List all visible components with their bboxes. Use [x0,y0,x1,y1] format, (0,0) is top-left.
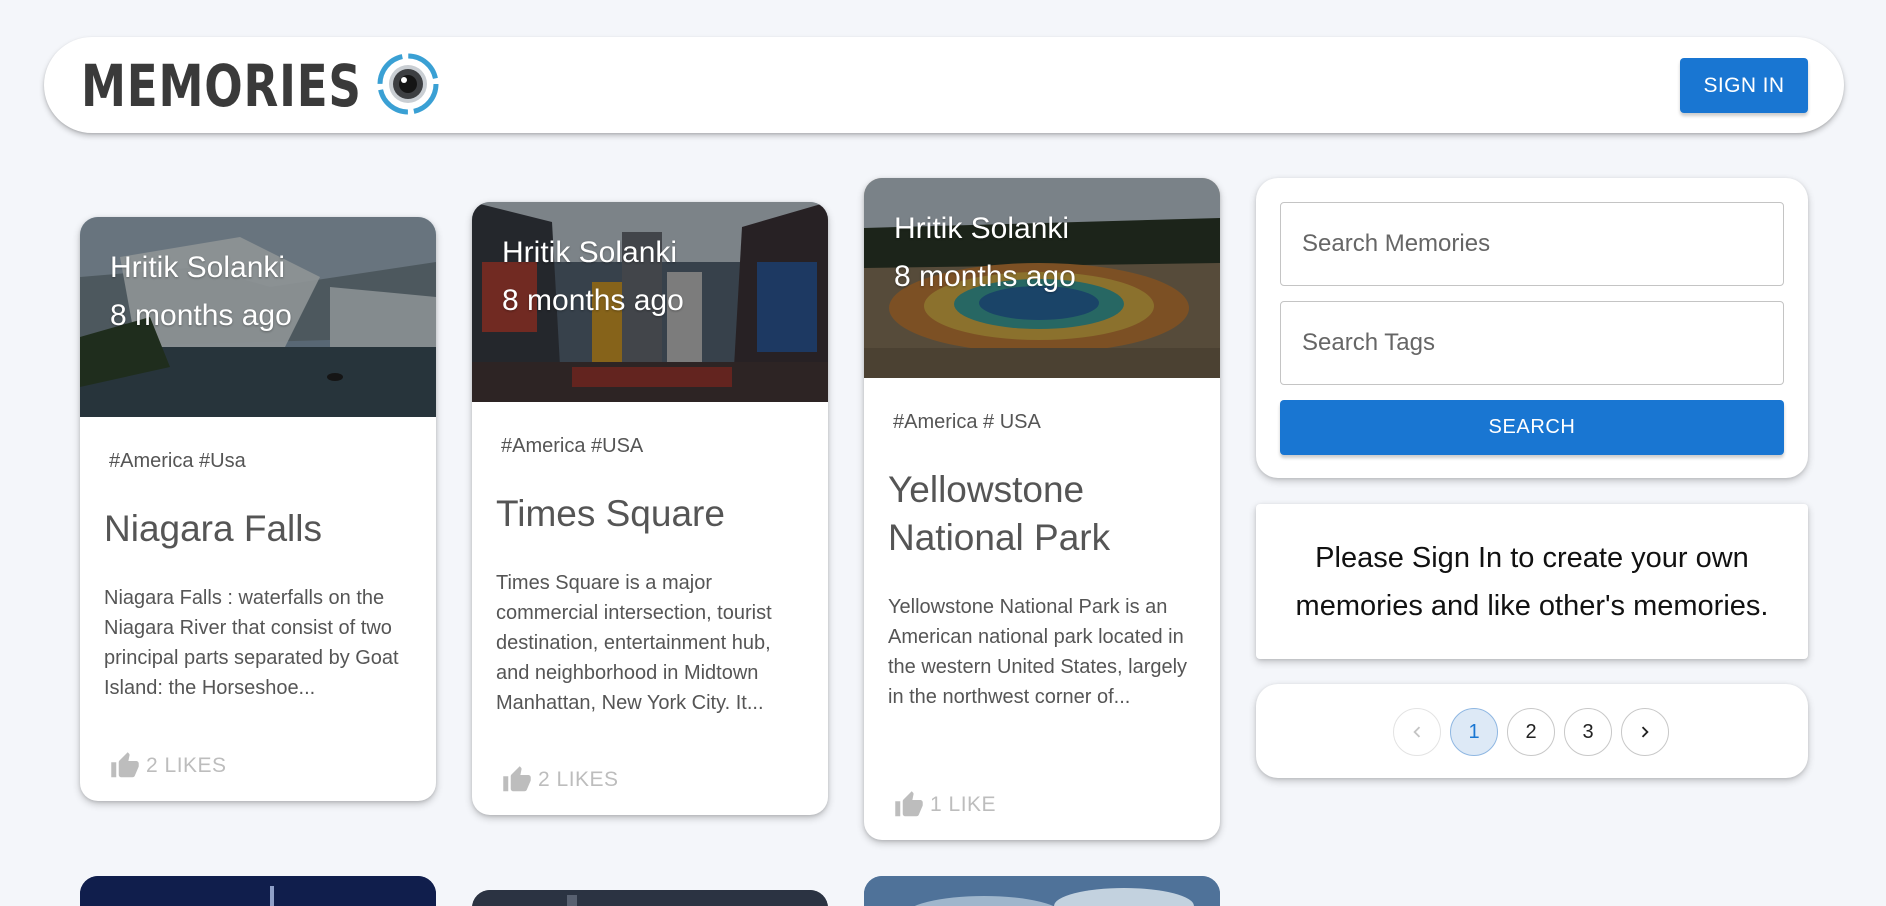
card-image [864,876,1220,906]
memory-card[interactable]: Hritik Solanki 8 months ago #America #US… [472,202,828,815]
pagination-panel: 1 2 3 [1256,684,1808,778]
next-page-button[interactable] [1621,708,1669,756]
search-button[interactable]: SEARCH [1280,400,1784,455]
prev-page-button[interactable] [1393,708,1441,756]
search-panel: SEARCH [1256,178,1808,478]
search-memories-input[interactable] [1280,202,1784,286]
page-button-2[interactable]: 2 [1507,708,1555,756]
memory-card-partial[interactable] [80,876,436,906]
card-tags: #America # USA [893,411,1041,433]
card-author: Hritik Solanki [502,236,678,269]
card-title: Yellowstone National Park [888,469,1111,558]
pagination: 1 2 3 [1393,708,1669,756]
card-image [80,876,436,906]
card-actions: 1 LIKE [894,790,996,820]
card-tags: #America #USA [501,435,644,457]
like-count: 1 LIKE [930,793,997,816]
card-timestamp: 8 months ago [894,260,1076,293]
card-actions: 2 LIKES [110,751,227,781]
memory-card[interactable]: Hritik Solanki 8 months ago #America # U… [864,178,1220,840]
memory-card[interactable]: Hritik Solanki 8 months ago #America #Us… [80,217,436,801]
card-image [472,890,828,906]
sign-in-notice: Please Sign In to create your own memori… [1256,504,1808,659]
card-image: Hritik Solanki 8 months ago [472,202,828,402]
brand-title[interactable]: MEMORIES [81,51,362,121]
page-button-1[interactable]: 1 [1450,708,1498,756]
card-image: Hritik Solanki 8 months ago [80,217,436,417]
card-author: Hritik Solanki [894,212,1070,245]
memory-card-partial[interactable] [864,876,1220,906]
app-bar: MEMORIES SIGN IN [44,37,1844,133]
like-button[interactable]: 2 LIKES [502,765,619,795]
like-count: 2 LIKES [146,754,227,777]
notice-text: Please Sign In to create your own memori… [1295,541,1769,622]
card-description: Yellowstone National Park is an American… [888,596,1188,708]
camera-lens-icon [377,53,439,115]
card-tags: #America #Usa [109,450,246,472]
chevron-left-icon [1413,726,1421,738]
card-title: Niagara Falls [104,508,322,549]
thumb-up-icon [503,766,531,792]
thumb-up-icon [111,752,139,778]
thumb-up-icon [895,791,923,817]
card-timestamp: 8 months ago [502,284,684,317]
like-count: 2 LIKES [538,768,619,791]
card-description: Niagara Falls : waterfalls on the Niagar… [104,587,399,699]
sign-in-button[interactable]: SIGN IN [1680,58,1808,113]
like-button[interactable]: 1 LIKE [894,790,996,820]
card-description: Times Square is a major commercial inter… [496,572,772,714]
like-button[interactable]: 2 LIKES [110,751,227,781]
search-tags-input[interactable] [1280,301,1784,385]
page-button-3[interactable]: 3 [1564,708,1612,756]
card-actions: 2 LIKES [502,765,619,795]
card-timestamp: 8 months ago [110,299,292,332]
card-image: Hritik Solanki 8 months ago [864,178,1220,378]
memory-card-partial[interactable] [472,890,828,906]
card-title: Times Square [496,493,725,534]
chevron-right-icon [1641,726,1649,738]
card-author: Hritik Solanki [110,251,286,284]
